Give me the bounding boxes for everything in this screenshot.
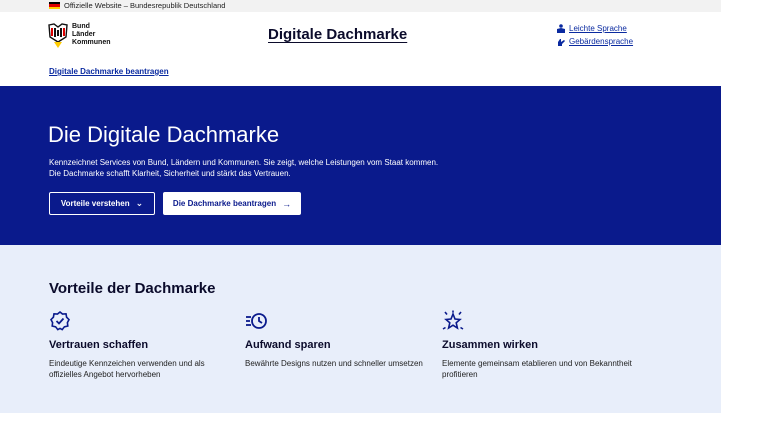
eagle-logo-icon	[48, 23, 68, 48]
benefit-title: Zusammen wirken	[442, 339, 538, 351]
nav-apply-link[interactable]: Digitale Dachmarke beantragen	[49, 67, 169, 76]
vorteile-verstehen-label: Vorteile verstehen	[60, 199, 130, 208]
hero-description: Kennzeichnet Services von Bund, Ländern …	[49, 158, 439, 178]
benefits-title: Vorteile der Dachmarke	[49, 280, 216, 297]
person-easy-language-icon	[557, 23, 565, 33]
benefit-card-zusammen: Zusammen wirken Elemente gemeinsam etabl…	[442, 310, 632, 380]
benefit-text: Bewährte Designs nutzen und schneller um…	[245, 359, 423, 368]
logo-line-laender: Länder	[72, 30, 96, 38]
dachmarke-beantragen-label: Die Dachmarke beantragen	[172, 199, 277, 208]
benefit-card-aufwand: Aufwand sparen Bewährte Designs nutzen u…	[245, 310, 435, 369]
leichte-sprache-label: Leichte Sprache	[569, 24, 627, 33]
gebaerdensprache-link[interactable]: Gebärdensprache	[556, 36, 633, 47]
gebaerdensprache-label: Gebärdensprache	[569, 37, 634, 46]
chevron-down-icon: ⌄	[135, 198, 144, 208]
hero-section: Die Digitale Dachmarke Kennzeichnet Serv…	[0, 86, 721, 245]
benefit-text: Elemente gemeinsam etablieren und von Be…	[442, 359, 632, 379]
bund-laender-kommunen-logo[interactable]: Bund Länder Kommunen	[48, 23, 118, 49]
benefit-title: Vertrauen schaffen	[49, 339, 149, 351]
german-flag-icon	[49, 2, 60, 9]
hero-title: Die Digitale Dachmarke	[48, 122, 280, 147]
vorteile-verstehen-button[interactable]: Vorteile verstehen ⌄	[49, 192, 155, 215]
logo-line-kommunen: Kommunen	[72, 38, 111, 46]
benefit-text: Eindeutige Kennzeichen verwenden und als…	[49, 359, 205, 379]
site-title[interactable]: Digitale Dachmarke	[268, 26, 407, 43]
logo-line-bund: Bund	[72, 23, 90, 30]
benefit-card-vertrauen: Vertrauen schaffen Eindeutige Kennzeiche…	[49, 310, 239, 380]
badge-check-icon	[50, 310, 70, 331]
fast-clock-icon	[246, 313, 267, 329]
sign-language-icon	[558, 38, 565, 46]
official-website-text: Offizielle Website – Bundesrepublik Deut…	[64, 1, 226, 10]
page: Offizielle Website – Bundesrepublik Deut…	[0, 0, 721, 433]
benefits-section: Vorteile der Dachmarke Vertrauen schaffe…	[0, 245, 721, 413]
leichte-sprache-link[interactable]: Leichte Sprache	[556, 23, 633, 34]
benefit-title: Aufwand sparen	[245, 339, 331, 351]
star-sparkle-icon	[442, 310, 464, 330]
dachmarke-beantragen-button[interactable]: Die Dachmarke beantragen →	[163, 192, 301, 215]
accessibility-links: Leichte Sprache Gebärdensprache	[556, 23, 633, 49]
official-website-bar: Offizielle Website – Bundesrepublik Deut…	[0, 0, 721, 12]
arrow-right-icon: →	[282, 198, 292, 209]
logo-text: Bund Länder Kommunen	[72, 23, 111, 46]
